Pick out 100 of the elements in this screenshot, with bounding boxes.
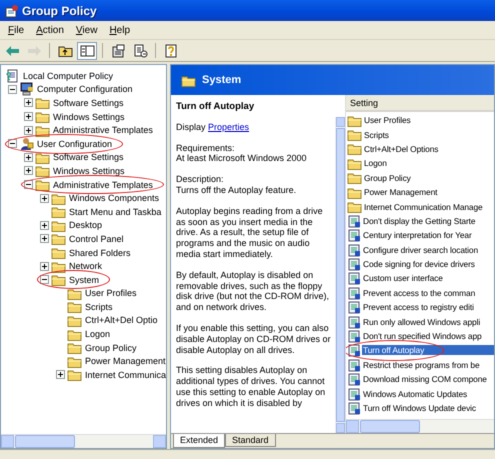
user-icon xyxy=(19,136,34,151)
horizontal-scrollbar[interactable] xyxy=(1,434,166,448)
folder-icon xyxy=(67,368,82,382)
tree-item[interactable]: Software Settings xyxy=(52,152,125,162)
list-item[interactable]: Turn off Autoplay xyxy=(362,345,494,356)
tree-item[interactable]: Administrative Templates xyxy=(52,180,154,190)
tree-item[interactable]: Group Policy xyxy=(84,342,138,353)
list-item[interactable]: Logon xyxy=(363,158,388,168)
horizontal-scrollbar[interactable] xyxy=(346,419,494,433)
tree-item[interactable]: Shared Folders xyxy=(68,248,132,258)
collapse-icon[interactable] xyxy=(8,84,16,94)
folder-icon xyxy=(51,232,66,246)
list-item[interactable]: Prevent access to the comman xyxy=(362,288,476,298)
folder-icon xyxy=(35,110,50,124)
list-item[interactable]: Century interpretation for Year xyxy=(362,230,473,240)
list-item[interactable]: Run only allowed Windows appli xyxy=(362,316,482,327)
folder-icon xyxy=(67,286,82,300)
tree-item[interactable]: Windows Settings xyxy=(52,166,126,176)
expand-icon[interactable] xyxy=(40,234,48,244)
expand-icon[interactable] xyxy=(40,194,48,203)
tree-item[interactable]: Windows Settings xyxy=(52,112,126,122)
list-item[interactable]: Configure driver search location xyxy=(362,244,480,255)
list-item[interactable]: Ctrl+Alt+Del Options xyxy=(363,144,440,154)
folder-icon xyxy=(35,150,50,164)
properties-icon xyxy=(110,44,126,58)
collapse-icon[interactable] xyxy=(24,180,32,190)
tree-item[interactable]: Computer Configuration xyxy=(36,84,134,94)
list-item[interactable]: Download missing COM compone xyxy=(362,374,488,384)
tree-item[interactable]: Logon xyxy=(84,329,112,340)
list-item[interactable]: User Profiles xyxy=(363,115,412,126)
policy-setting-icon xyxy=(347,358,361,372)
expand-icon[interactable] xyxy=(56,370,64,380)
collapse-icon[interactable] xyxy=(40,275,48,284)
tree-item[interactable]: System xyxy=(68,274,100,285)
tree-item[interactable]: Desktop xyxy=(68,220,104,230)
menu-item[interactable]: File xyxy=(2,24,30,36)
list-item[interactable]: Windows Automatic Updates xyxy=(362,388,468,399)
tree-item[interactable]: Start Menu and Taskba xyxy=(68,206,162,217)
back-arrow-icon xyxy=(4,44,20,58)
expand-icon[interactable] xyxy=(24,152,32,162)
description-paragraph: By default, Autoplay is disabled on removable drives, such as the floppy disk drive (but not the CD-ROM drive), and on network drives. xyxy=(176,270,330,313)
tree-item[interactable]: Internet Communica xyxy=(84,370,166,380)
menu-item[interactable]: Action xyxy=(30,24,70,36)
tree-button[interactable] xyxy=(77,42,97,60)
expand-icon[interactable] xyxy=(40,220,48,230)
folder-icon xyxy=(51,273,66,286)
expand-icon[interactable] xyxy=(24,98,32,108)
policy-setting-icon xyxy=(347,300,361,314)
policy-setting-icon xyxy=(347,242,361,257)
list-item[interactable]: Turn off Windows Update devic xyxy=(362,403,478,413)
list-item[interactable]: Custom user interface xyxy=(362,273,444,284)
expand-icon[interactable] xyxy=(40,262,48,271)
tree-item[interactable]: Power Management xyxy=(84,356,166,366)
expand-icon[interactable] xyxy=(24,166,32,176)
tree-item[interactable]: Scripts xyxy=(84,302,114,312)
folder-icon xyxy=(67,328,82,341)
tree-item[interactable]: User Configuration xyxy=(36,138,114,149)
tree-item[interactable]: Ctrl+Alt+Del Optio xyxy=(84,315,159,326)
folder-icon xyxy=(35,124,50,137)
list-item[interactable]: Scripts xyxy=(363,130,390,140)
tab[interactable]: Standard xyxy=(225,434,276,447)
document-icon xyxy=(5,68,20,83)
column-header[interactable]: Setting xyxy=(346,95,494,112)
list-item[interactable]: Don't display the Getting Starte xyxy=(362,216,476,226)
tree-item[interactable]: Windows Components xyxy=(68,193,160,204)
list-item[interactable]: Prevent access to registry editi xyxy=(362,302,475,312)
tree-item[interactable]: Network xyxy=(68,261,104,272)
policy-setting-icon xyxy=(347,314,361,329)
folder-icon xyxy=(51,205,66,218)
folder-icon xyxy=(51,218,66,232)
folder-icon xyxy=(181,74,196,86)
folder-icon xyxy=(35,164,50,178)
vertical-scrollbar[interactable] xyxy=(335,117,345,433)
display-label: Display xyxy=(176,122,206,132)
collapse-icon[interactable] xyxy=(8,139,16,148)
menu-item[interactable]: View xyxy=(70,24,104,36)
list-item[interactable]: Code signing for device drivers xyxy=(362,259,476,270)
folder-icon xyxy=(51,260,66,273)
policy-setting-icon xyxy=(347,228,361,242)
folder-icon xyxy=(67,341,82,354)
properties-link[interactable]: Properties xyxy=(208,122,250,132)
list-item[interactable]: Don't run specified Windows app xyxy=(362,331,483,342)
tree-item[interactable]: Software Settings xyxy=(52,98,125,108)
tree-item[interactable]: Control Panel xyxy=(68,234,125,244)
expand-icon[interactable] xyxy=(24,126,32,135)
expand-icon[interactable] xyxy=(24,112,32,122)
list-item[interactable]: Restrict these programs from be xyxy=(362,360,481,370)
folder-icon xyxy=(347,156,362,170)
folder-icon xyxy=(347,186,362,199)
list-item[interactable]: Group Policy xyxy=(363,172,412,183)
menu-item[interactable]: Help xyxy=(103,24,136,36)
list-item[interactable]: Internet Communication Manage xyxy=(363,202,484,212)
tree-item[interactable]: Administrative Templates xyxy=(52,125,154,136)
tree-item[interactable]: User Profiles xyxy=(84,288,138,298)
list-item[interactable]: Power Management xyxy=(363,187,438,198)
tree-item[interactable]: Local Computer Policy xyxy=(22,70,114,81)
description-paragraph: Requirements: At least Microsoft Windows 2000 xyxy=(176,142,308,164)
policy-setting-icon xyxy=(347,214,361,228)
tab[interactable]: Extended xyxy=(173,434,226,448)
folder-icon xyxy=(67,314,82,327)
